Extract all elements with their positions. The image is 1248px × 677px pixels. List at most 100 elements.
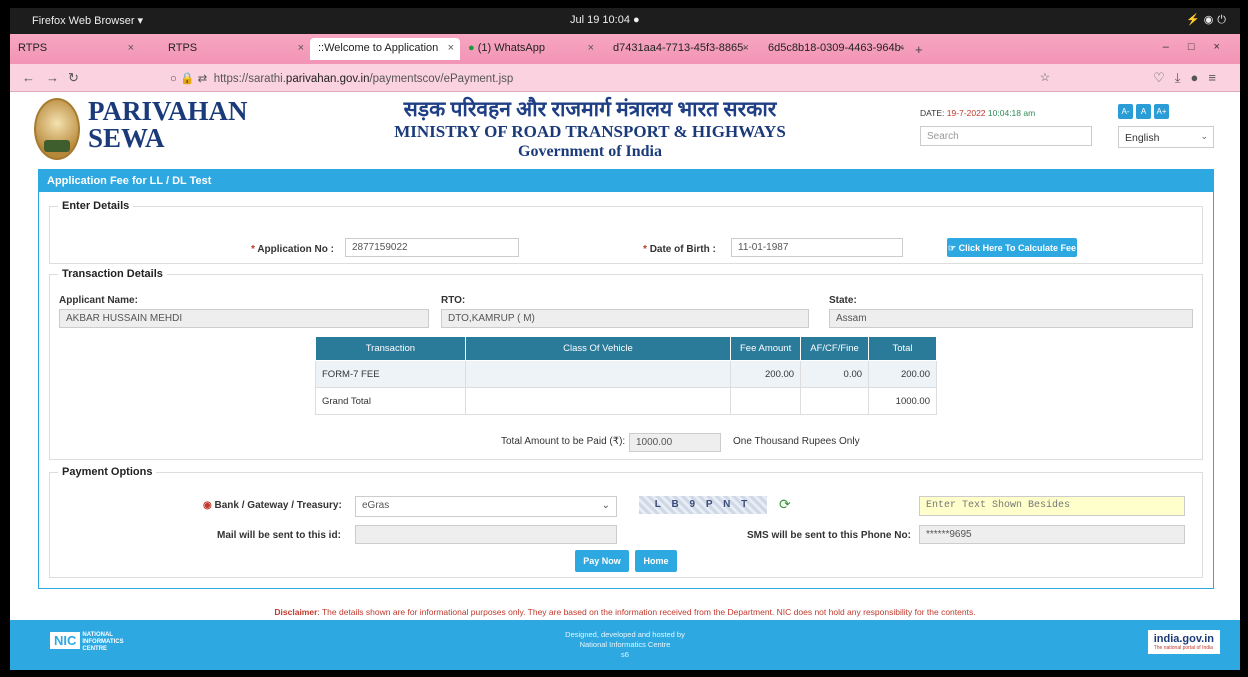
browser-tab-active[interactable]: ::Welcome to Application × xyxy=(310,38,460,60)
page: PARIVAHAN SEWA सड़क परिवहन और राजमार्ग म… xyxy=(10,92,1240,670)
table-cell: 200.00 xyxy=(868,360,937,388)
dob-input[interactable]: 11-01-1987 xyxy=(731,238,903,257)
table-cell: 200.00 xyxy=(730,360,802,388)
nic-logo[interactable]: NIC NATIONAL INFORMATICS CENTRE xyxy=(50,632,140,652)
browser-tab[interactable]: 6d5c8b18-0309-4463-964b- × xyxy=(760,38,910,60)
calculate-fee-button[interactable]: ☞ Click Here To Calculate Fee xyxy=(947,238,1077,257)
dob-label: * Date of Birth : xyxy=(643,244,716,255)
rto-label: RTO: xyxy=(441,295,466,306)
browser-tab[interactable]: RTPS × xyxy=(10,38,140,60)
bookmark-star-icon[interactable]: ☆ xyxy=(1040,70,1050,84)
home-button[interactable]: Home xyxy=(635,550,677,572)
column-header: AF/CF/Fine xyxy=(800,336,870,361)
fee-table: Transaction Class Of Vehicle Fee Amount … xyxy=(315,336,937,415)
browser-tab[interactable]: ● (1) WhatsApp × xyxy=(460,38,600,60)
grand-total-row: Grand Total 1000.00 xyxy=(315,387,937,415)
table-cell xyxy=(464,360,732,388)
state-label: State: xyxy=(829,295,857,306)
browser-tab[interactable]: RTPS × xyxy=(160,38,310,60)
font-normal-button[interactable]: A xyxy=(1136,104,1151,119)
brand-logo[interactable]: PARIVAHAN SEWA xyxy=(88,98,248,152)
ministry-english: MINISTRY OF ROAD TRANSPORT & HIGHWAYS xyxy=(394,122,786,141)
applicant-name-label: Applicant Name: xyxy=(59,295,138,306)
url-path: /paymentscov/ePayment.jsp xyxy=(369,73,514,85)
total-amount-field: 1000.00 xyxy=(629,433,721,452)
address-field[interactable]: ○ 🔒 ⇄ https://sarathi.parivahan.gov.in/p… xyxy=(170,68,1070,88)
table-cell: FORM-7 FEE xyxy=(315,360,466,388)
india-gov-logo[interactable]: india.gov.in The national portal of Indi… xyxy=(1147,630,1220,654)
panel-title: Application Fee for LL / DL Test xyxy=(39,170,1213,192)
grand-total-label: Grand Total xyxy=(315,387,466,415)
site-header: PARIVAHAN SEWA सड़क परिवहन और राजमार्ग म… xyxy=(10,92,1240,164)
chevron-down-icon: ⌄ xyxy=(601,500,610,511)
applicant-name-field: AKBAR HUSSAIN MEHDI xyxy=(59,309,429,328)
lock-icon: ○ 🔒 ⇄ xyxy=(170,73,208,85)
browser-tab[interactable]: d7431aa4-7713-45f3-8865- × xyxy=(605,38,755,60)
url-domain: parivahan.gov.in xyxy=(285,73,370,85)
mail-field xyxy=(355,525,617,544)
font-decrease-button[interactable]: A- xyxy=(1118,104,1133,119)
footer-credit: Designed, developed and hosted by Nation… xyxy=(565,630,685,659)
ministry-title: सड़क परिवहन और राजमार्ग मंत्रालय भारत सर… xyxy=(380,96,800,162)
site-footer: NIC NATIONAL INFORMATICS CENTRE Designed,… xyxy=(10,620,1240,670)
table-row: FORM-7 FEE 200.00 0.00 200.00 xyxy=(315,360,937,388)
column-header: Fee Amount xyxy=(730,336,802,361)
close-icon[interactable]: × xyxy=(588,42,594,54)
column-header: Total xyxy=(868,336,937,361)
search-input[interactable]: Search xyxy=(920,126,1092,146)
new-tab-button[interactable]: + xyxy=(915,42,923,57)
screen: Firefox Web Browser ▾ Jul 19 10:04 ● ⚡◉⏻… xyxy=(10,8,1240,670)
application-no-input[interactable]: 2877159022 xyxy=(345,238,519,257)
font-size-controls: A- A A+ xyxy=(1118,101,1172,119)
close-icon[interactable]: × xyxy=(128,42,134,54)
system-clock[interactable]: Jul 19 10:04 ● xyxy=(570,14,640,26)
government-of-india: Government of India xyxy=(518,143,662,160)
close-icon[interactable]: × xyxy=(898,42,904,54)
state-field: Assam xyxy=(829,309,1193,328)
font-increase-button[interactable]: A+ xyxy=(1154,104,1169,119)
amount-in-words: One Thousand Rupees Only xyxy=(733,436,860,447)
language-select[interactable]: English ⌄ xyxy=(1118,126,1214,148)
gateway-select[interactable]: eGras ⌄ xyxy=(355,496,617,517)
section-legend: Transaction Details xyxy=(62,268,163,280)
column-header: Class Of Vehicle xyxy=(464,336,732,361)
system-tray-icons[interactable]: ⚡◉⏻ xyxy=(1186,13,1230,27)
os-top-bar: Firefox Web Browser ▾ Jul 19 10:04 ● ⚡◉⏻ xyxy=(10,8,1240,34)
close-icon[interactable]: × xyxy=(298,42,304,54)
url-bar: ← → ↻ ○ 🔒 ⇄ https://sarathi.parivahan.go… xyxy=(10,64,1240,92)
browser-tab-bar: RTPS × RTPS × ::Welcome to Application × ● … xyxy=(10,34,1240,64)
url-prefix: https://sarathi. xyxy=(213,73,286,85)
gateway-label: ◉ Bank / Gateway / Treasury: xyxy=(203,500,342,511)
toolbar-icons[interactable]: ♡⤓●≡ xyxy=(1153,70,1226,86)
sms-field: ******9695 xyxy=(919,525,1185,544)
mail-label: Mail will be sent to this id: xyxy=(217,530,341,541)
total-amount-label: Total Amount to be Paid (₹): xyxy=(501,436,626,447)
whatsapp-icon: ● xyxy=(468,42,475,54)
grand-total-value: 1000.00 xyxy=(868,387,937,415)
pay-now-button[interactable]: Pay Now xyxy=(575,550,629,572)
close-icon[interactable]: × xyxy=(743,42,749,54)
date-display: DATE: 19-7-2022 10:04:18 am xyxy=(920,108,1036,118)
reload-icon[interactable]: ↻ xyxy=(68,70,79,86)
table-cell: 0.00 xyxy=(800,360,870,388)
forward-icon[interactable]: → xyxy=(46,70,59,85)
section-legend: Payment Options xyxy=(62,466,153,478)
radio-selected-icon[interactable]: ◉ xyxy=(203,500,212,511)
column-header: Transaction xyxy=(315,336,466,361)
hand-pointer-icon: ☞ xyxy=(948,243,957,253)
window-controls[interactable]: – □ × xyxy=(1163,41,1228,53)
captcha-image: L B 9 P N T xyxy=(639,496,767,514)
app-menu[interactable]: Firefox Web Browser ▾ xyxy=(32,14,143,27)
refresh-captcha-icon[interactable]: ⟳ xyxy=(779,496,791,513)
back-icon[interactable]: ← xyxy=(22,70,35,85)
section-legend: Enter Details xyxy=(62,200,130,212)
captcha-input[interactable]: Enter Text Shown Besides xyxy=(919,496,1185,516)
ministry-hindi: सड़क परिवहन और राजमार्ग मंत्रालय भारत सर… xyxy=(403,97,777,121)
sms-label: SMS will be sent to this Phone No: xyxy=(747,530,911,541)
fee-panel: Application Fee for LL / DL Test Enter D… xyxy=(38,169,1214,589)
application-no-label: * Application No : xyxy=(251,244,334,255)
emblem-logo xyxy=(34,98,80,160)
close-icon[interactable]: × xyxy=(448,42,454,54)
rto-field: DTO,KAMRUP ( M) xyxy=(441,309,809,328)
disclaimer: Disclaimer: The details shown are for in… xyxy=(274,607,976,617)
